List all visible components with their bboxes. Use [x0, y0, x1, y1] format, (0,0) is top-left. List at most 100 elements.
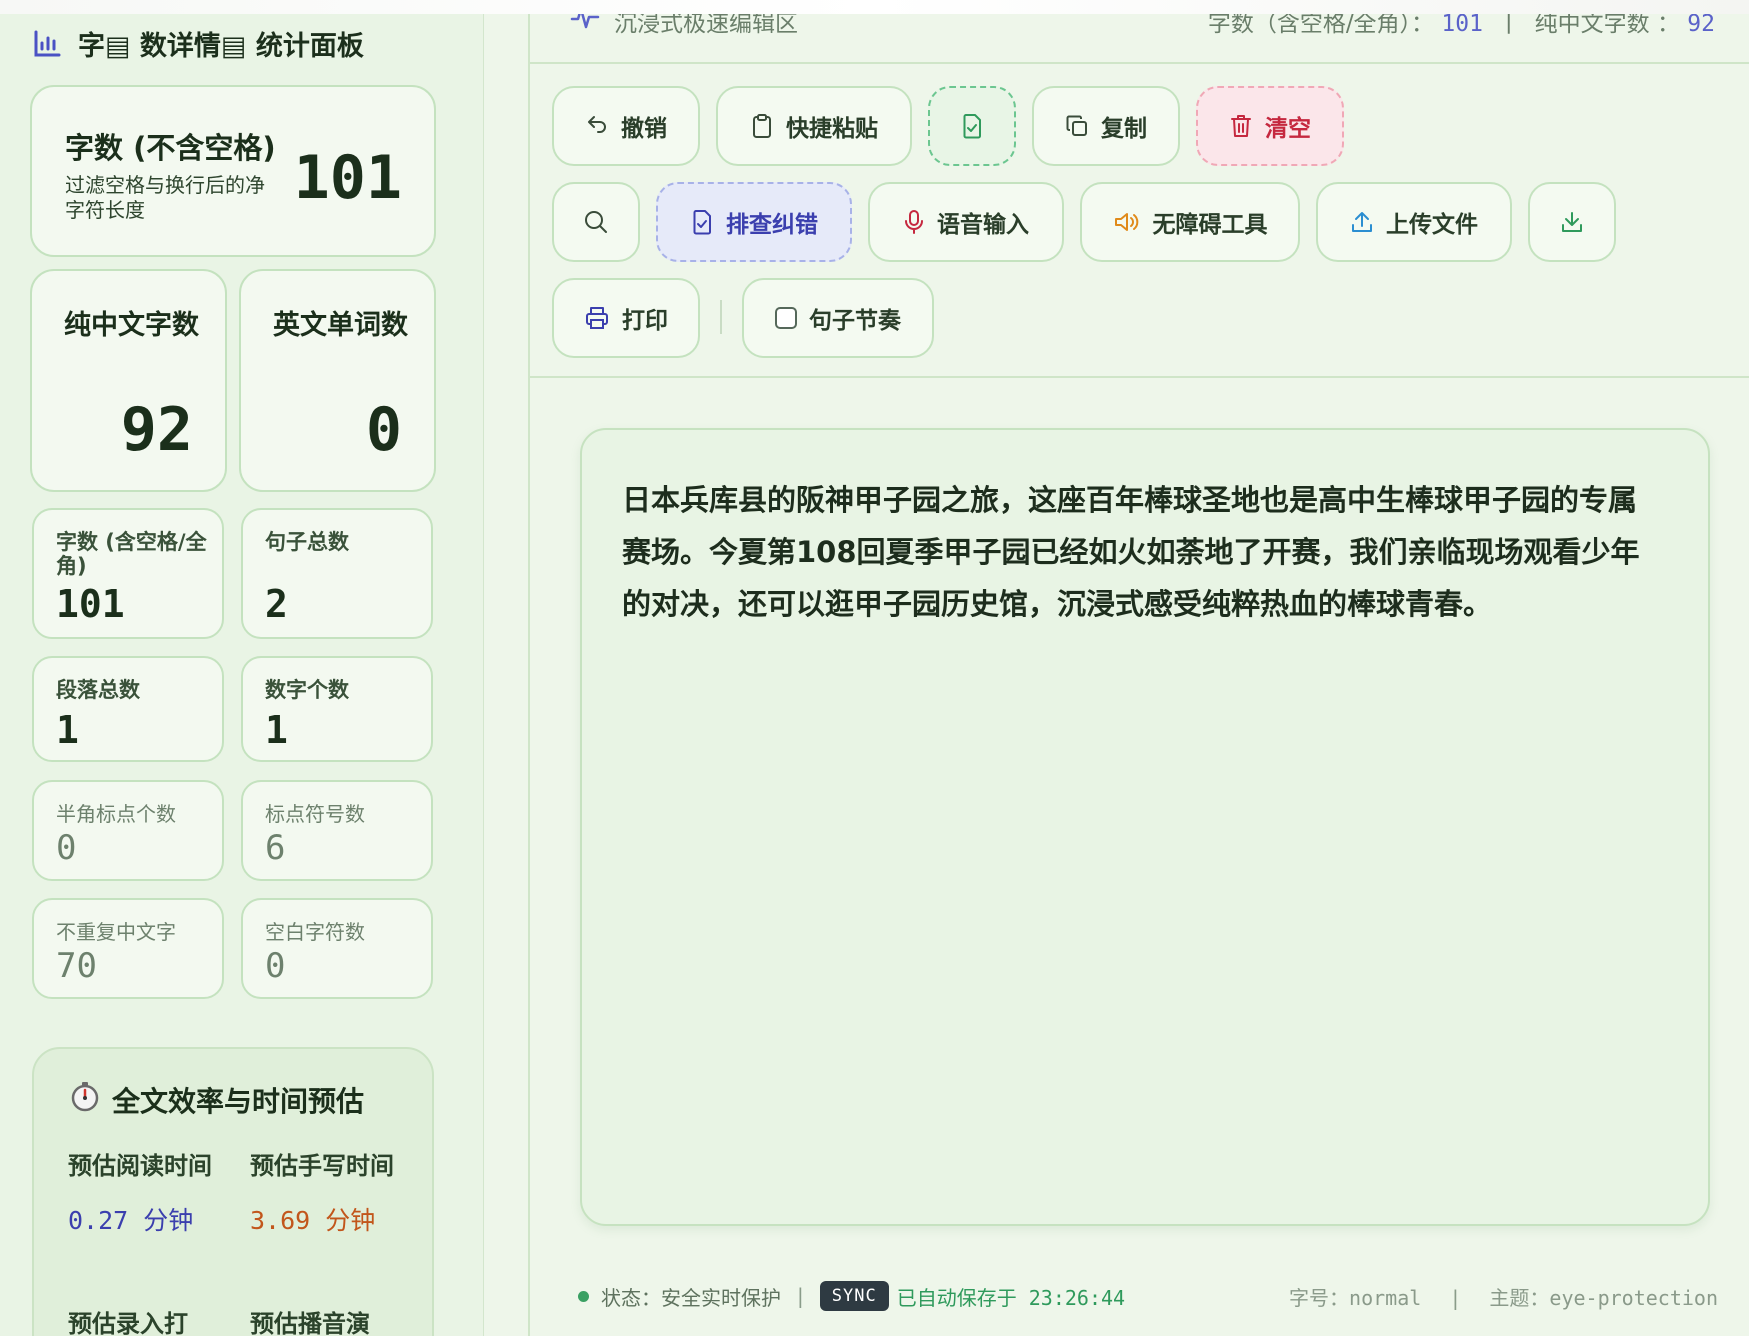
header-chars-label: 字数（含空格/全角）：	[1207, 11, 1435, 37]
quick-paste-label: 快捷粘贴	[786, 116, 878, 142]
efficiency-panel: 全文效率与时间预估 预估阅读时间 0.27 分钟 预估手写时间 3.69 分钟 …	[32, 1047, 434, 1336]
stat-value: 70	[56, 946, 97, 986]
accessibility-tools-button[interactable]: 无障碍工具	[1080, 182, 1300, 262]
clear-button[interactable]: 清空	[1196, 86, 1344, 166]
accessibility-tools-label: 无障碍工具	[1152, 212, 1268, 238]
broadcast-time-estimate: 预估播音演	[250, 1307, 400, 1336]
stat-title: 标点符号数	[265, 802, 365, 826]
estimate-label: 预估阅读时间	[68, 1152, 212, 1180]
microphone-icon	[903, 209, 925, 235]
stat-value: 101	[56, 582, 125, 626]
main-card-subtitle: 过滤空格与换行后的净字符长度	[65, 173, 265, 222]
efficiency-title: 全文效率与时间预估	[68, 1079, 364, 1120]
bar-chart-icon	[32, 29, 62, 59]
upload-icon	[1350, 210, 1374, 234]
upload-file-label: 上传文件	[1386, 212, 1478, 238]
status-divider: |	[797, 1284, 804, 1308]
stat-card-punctuation: 标点符号数 6	[241, 780, 433, 881]
autosave-status: 已自动保存于 23:26:44	[896, 1285, 1126, 1310]
file-check-button[interactable]	[928, 86, 1016, 166]
proofread-button[interactable]: 排查纠错	[656, 182, 852, 262]
print-label: 打印	[622, 308, 668, 334]
proofread-label: 排查纠错	[726, 212, 818, 238]
theme-indicator: 主题：eye-protection	[1489, 1286, 1718, 1310]
search-icon	[583, 209, 609, 235]
sidebar-title-text: 字▤ 数详情▤ 统计面板	[78, 31, 364, 62]
stat-card-sentences: 句子总数 2	[241, 508, 433, 639]
stat-value: 1	[265, 708, 288, 752]
stat-title: 空白字符数	[265, 920, 365, 944]
reading-time-estimate: 预估阅读时间 0.27 分钟	[68, 1149, 218, 1237]
top-fade-strip	[0, 0, 1749, 14]
text-editor[interactable]: 日本兵库县的阪神甲子园之旅，这座百年棒球圣地也是高中生棒球甲子园的专属赛场。今夏…	[580, 428, 1710, 1226]
upload-file-button[interactable]: 上传文件	[1316, 182, 1512, 262]
undo-label: 撤销	[621, 116, 667, 142]
header-chinese-label: 纯中文字数 ：	[1534, 11, 1680, 37]
handwriting-time-estimate: 预估手写时间 3.69 分钟	[250, 1149, 400, 1237]
stat-title: 段落总数	[56, 678, 140, 702]
stopwatch-icon	[68, 1079, 102, 1120]
stat-title: 半角标点个数	[56, 802, 176, 826]
estimate-label: 预估录入打	[68, 1310, 188, 1336]
speaker-icon	[1113, 210, 1141, 234]
stat-value: 6	[265, 828, 286, 868]
main-card-title: 字数 (不含空格)	[65, 131, 276, 165]
status-right: 字号：normal | 主题：eye-protection	[1289, 1282, 1718, 1311]
search-button[interactable]	[552, 182, 640, 262]
sentence-rhythm-label: 句子节奏	[809, 308, 901, 334]
sentence-rhythm-toggle[interactable]: 句子节奏	[742, 278, 934, 358]
editor-main: 沉浸式极速编辑区 字数（含空格/全角）： 101 | 纯中文字数 ： 92 撤销…	[528, 0, 1749, 1336]
clear-label: 清空	[1265, 116, 1311, 142]
stat-card-digits: 数字个数 1	[241, 656, 433, 762]
quick-paste-button[interactable]: 快捷粘贴	[716, 86, 912, 166]
status-divider: |	[1449, 1286, 1462, 1310]
english-words-title: 英文单词数	[273, 310, 408, 341]
copy-label: 复制	[1101, 116, 1147, 142]
estimate-value: 3.69 分钟	[250, 1206, 376, 1235]
checkbox-icon[interactable]	[775, 307, 797, 329]
chinese-chars-value: 92	[120, 395, 193, 465]
download-button[interactable]	[1528, 182, 1616, 262]
stat-title: 字数 (含空格/全角)	[56, 530, 207, 578]
stat-card-unique-chinese: 不重复中文字 70	[32, 898, 224, 999]
undo-button[interactable]: 撤销	[552, 86, 700, 166]
status-bar: 状态：安全实时保护 | SYNC 已自动保存于 23:26:44 字号：norm…	[578, 1276, 1718, 1316]
print-button[interactable]: 打印	[552, 278, 700, 358]
stat-card-whitespace: 空白字符数 0	[241, 898, 433, 999]
english-words-card: 英文单词数 0	[239, 269, 436, 492]
estimate-label: 预估手写时间	[250, 1152, 394, 1180]
stat-card-chars-with-spaces: 字数 (含空格/全角) 101	[32, 508, 224, 639]
stats-sidebar: 字▤ 数详情▤ 统计面板 字数 (不含空格) 过滤空格与换行后的净字符长度 10…	[0, 0, 484, 1336]
main-card-value: 101	[293, 143, 402, 213]
chinese-chars-title: 纯中文字数	[64, 310, 199, 341]
typing-time-estimate: 预估录入打	[68, 1307, 218, 1336]
english-words-value: 0	[365, 395, 402, 465]
voice-input-button[interactable]: 语音输入	[868, 182, 1064, 262]
header-chars-value: 101	[1441, 11, 1483, 37]
estimate-value: 0.27 分钟	[68, 1206, 194, 1235]
clipboard-icon	[750, 113, 774, 139]
stat-title: 数字个数	[265, 678, 349, 702]
sidebar-title: 字▤ 数详情▤ 统计面板	[32, 24, 364, 63]
file-check-icon	[960, 113, 984, 139]
main-word-count-card: 字数 (不含空格) 过滤空格与换行后的净字符长度 101	[30, 85, 436, 257]
estimate-label: 预估播音演	[250, 1310, 370, 1336]
stat-card-halfwidth-punct: 半角标点个数 0	[32, 780, 224, 881]
editor-content[interactable]: 日本兵库县的阪神甲子园之旅，这座百年棒球圣地也是高中生棒球甲子园的专属赛场。今夏…	[622, 474, 1662, 630]
download-icon	[1560, 210, 1584, 234]
header-chinese-value: 92	[1687, 11, 1715, 37]
copy-icon	[1065, 114, 1089, 138]
font-size-indicator: 字号：normal	[1289, 1286, 1422, 1310]
efficiency-title-text: 全文效率与时间预估	[112, 1084, 365, 1118]
sync-badge: SYNC	[819, 1281, 889, 1311]
printer-icon	[584, 305, 610, 331]
stat-value: 2	[265, 582, 288, 626]
stat-value: 1	[56, 708, 79, 752]
editor-toolbar: 撤销 快捷粘贴 复制 清空 排查纠错 语音输入 无障碍工具 上传文件 打印 句子…	[530, 64, 1749, 378]
stat-value: 0	[265, 946, 286, 986]
stat-title: 不重复中文字	[56, 920, 176, 944]
status-dot-icon	[578, 1290, 589, 1302]
file-check-icon	[690, 209, 714, 235]
copy-button[interactable]: 复制	[1032, 86, 1180, 166]
chinese-chars-card: 纯中文字数 92	[30, 269, 227, 492]
